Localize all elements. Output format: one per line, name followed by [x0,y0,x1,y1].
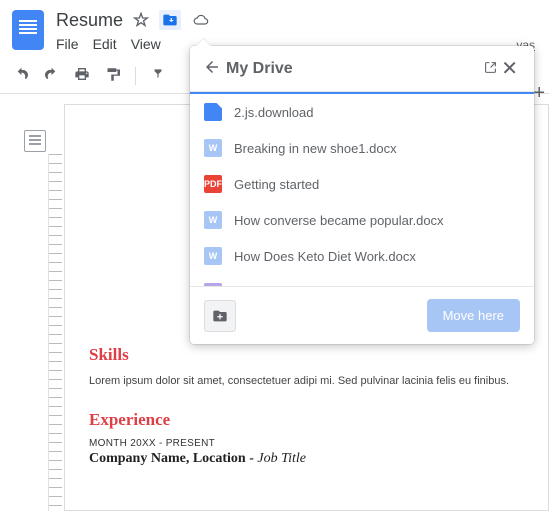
file-name: Getting started [234,177,319,192]
job-title: Job Title [257,451,306,466]
file-row[interactable]: W Breaking in new shoe1.docx [190,130,534,166]
redo-icon[interactable] [44,67,59,85]
move-here-button[interactable]: Move here [427,299,520,332]
file-pdf-icon: PDF [204,175,222,193]
open-in-new-icon[interactable] [484,61,497,77]
file-doc-icon [204,103,222,121]
format-paint-icon[interactable] [105,67,120,85]
styles-dropdown-icon[interactable] [151,67,165,84]
file-row[interactable]: W How converse became popular.docx [190,202,534,238]
new-folder-icon[interactable] [204,300,236,332]
file-name: How Does Keto Diet Work.docx [234,249,416,264]
print-icon[interactable] [74,66,90,85]
file-word-icon: W [204,211,222,229]
docs-logo-icon[interactable] [12,10,44,50]
menu-view[interactable]: View [131,36,161,52]
move-dialog: My Drive ✕ 2.js.download W Breaking in ne… [190,46,534,344]
cloud-status-icon[interactable] [191,12,211,28]
file-row[interactable]: 2.js.download [190,94,534,130]
file-row[interactable]: W How Does Keto Diet Work.docx [190,238,534,274]
back-icon[interactable] [198,58,226,79]
star-icon[interactable] [133,12,149,28]
skills-paragraph: Lorem ipsum dolor sit amet, consectetuer… [89,373,528,390]
file-form-icon [204,283,222,286]
file-name: 2.js.download [234,105,314,120]
experience-heading: Experience [89,410,528,430]
company-name: Company Name, Location - [89,451,257,466]
file-name: Breaking in new shoe1.docx [234,141,397,156]
app-header: Resume File Edit View [0,0,549,52]
file-name: How converse became popular.docx [234,213,444,228]
dialog-title: My Drive [226,60,478,78]
undo-icon[interactable] [14,67,29,85]
toolbar-separator [135,67,136,85]
file-row[interactable]: how many households...nue due to COVID-1… [190,274,534,286]
vertical-ruler [48,154,62,511]
file-list: 2.js.download W Breaking in new shoe1.doc… [190,94,534,286]
add-tab-icon[interactable]: + [533,82,545,105]
file-row[interactable]: PDF Getting started [190,166,534,202]
file-word-icon: W [204,139,222,157]
document-title[interactable]: Resume [56,10,123,31]
skills-heading: Skills [89,345,528,365]
file-name: how many households...nue due to COVID-1… [234,285,499,287]
experience-date: MONTH 20XX - PRESENT [89,438,528,449]
document-outline-icon[interactable] [24,130,46,152]
move-icon[interactable] [159,10,181,30]
file-word-icon: W [204,247,222,265]
menu-edit[interactable]: Edit [93,36,117,52]
menu-file[interactable]: File [56,36,79,52]
left-gutter [0,94,62,511]
close-icon[interactable]: ✕ [497,56,522,81]
experience-title: Company Name, Location - Job Title [89,451,528,467]
